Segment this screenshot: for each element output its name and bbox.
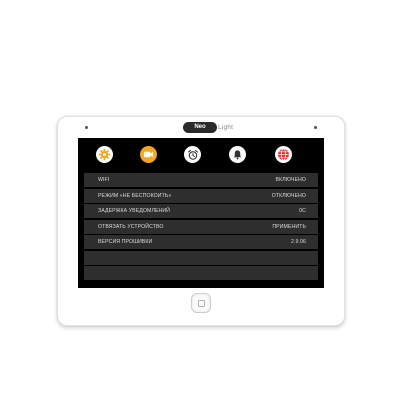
setting-row-empty [84,250,318,265]
setting-label: ВЕРСИЯ ПРОШИВКИ [98,239,153,245]
setting-label: WIFI [98,177,110,183]
brand-logo-text: Light [218,123,234,131]
globe-icon [278,148,289,161]
brand-logo: Neo Light [183,121,233,133]
tab-camera[interactable] [140,146,157,163]
home-icon [198,300,205,307]
bell-icon [233,150,242,160]
setting-value: ОТКЛЮЧЕНО [271,192,306,199]
tab-notifications[interactable] [229,146,246,163]
sensor-dot [314,126,317,129]
setting-row-unbind-device[interactable]: ОТВЯЗАТЬ УСТРОЙСТВО ПРИМЕНИТЬ [84,219,318,234]
setting-row-wifi[interactable]: WIFI ВКЛЮЧЕНО [84,173,318,187]
alarm-clock-icon [187,149,198,160]
tab-schedule[interactable] [184,146,201,163]
apply-button[interactable]: ПРИМЕНИТЬ [272,220,306,234]
sensor-dot [85,126,88,129]
setting-row-empty [84,266,318,280]
home-button[interactable] [191,293,211,313]
setting-value: 2.9.06 [290,239,306,245]
setting-value: ВКЛЮЧЕНО [275,177,306,183]
intercom-monitor: Neo Light WIFI ВКЛЮЧЕНО РЕЖИМ «НЕ БЕСПОК… [57,116,345,326]
camera-icon [143,151,154,158]
tab-general-settings[interactable] [96,146,113,163]
setting-label: ОТВЯЗАТЬ УСТРОЙСТВО [98,223,164,230]
setting-row-firmware-version: ВЕРСИЯ ПРОШИВКИ 2.9.06 [84,235,318,249]
setting-row-notification-delay[interactable]: ЗАДЕРЖКА УВЕДОМЛЕНИЙ 0С [84,204,318,218]
setting-value: 0С [299,208,306,214]
settings-tab-bar [78,146,324,166]
setting-label: РЕЖИМ «НЕ БЕСПОКОИТЬ» [98,192,172,199]
settings-list: WIFI ВКЛЮЧЕНО РЕЖИМ «НЕ БЕСПОКОИТЬ» ОТКЛ… [84,173,318,282]
tab-network[interactable] [275,146,292,163]
setting-label: ЗАДЕРЖКА УВЕДОМЛЕНИЙ [98,208,171,214]
touch-screen: WIFI ВКЛЮЧЕНО РЕЖИМ «НЕ БЕСПОКОИТЬ» ОТКЛ… [78,138,324,288]
setting-row-do-not-disturb[interactable]: РЕЖИМ «НЕ БЕСПОКОИТЬ» ОТКЛЮЧЕНО [84,188,318,203]
gear-icon [98,148,111,161]
brand-logo-badge: Neo [183,121,217,133]
